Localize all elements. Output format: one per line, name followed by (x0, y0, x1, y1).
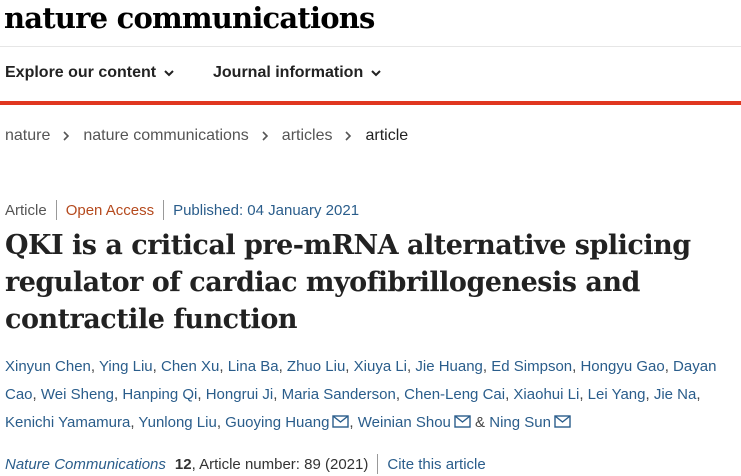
author-separator: & (470, 414, 490, 431)
author-separator: , (482, 358, 492, 375)
article-type: Article (5, 201, 47, 219)
author-link[interactable]: Ying Liu (99, 358, 153, 375)
author-separator: , (32, 386, 41, 403)
chevron-down-icon (163, 67, 175, 79)
article-meta: Article Open Access Published: 04 Januar… (5, 200, 359, 220)
author-separator: , (395, 386, 405, 403)
explore-content-label: Explore our content (5, 64, 157, 81)
site-header: nature communications (4, 0, 375, 44)
journal-information-label: Journal information (213, 64, 364, 81)
author-link[interactable]: Kenichi Yamamura (5, 414, 130, 431)
envelope-icon[interactable] (332, 415, 350, 428)
author-separator: , (219, 358, 228, 375)
journal-information-menu[interactable]: Journal information (213, 64, 382, 82)
author-link[interactable]: Hongyu Gao (580, 358, 664, 375)
author-link[interactable]: Wei Sheng (41, 386, 114, 403)
explore-content-menu[interactable]: Explore our content (5, 64, 175, 82)
open-access-badge: Open Access (65, 201, 155, 219)
author-link[interactable]: Lina Ba (228, 358, 279, 375)
author-link[interactable]: Guoying Huang (225, 414, 329, 431)
article-title: QKI is a critical pre-mRNA alternative s… (5, 230, 691, 335)
main-nav: Explore our content Journal information (0, 47, 741, 101)
meta-divider (55, 200, 57, 220)
author-link[interactable]: Chen-Leng Cai (404, 386, 505, 403)
meta-divider (163, 200, 165, 220)
accent-bar (0, 101, 741, 105)
author-link[interactable]: Ed Simpson (491, 358, 572, 375)
citation-divider (377, 454, 379, 474)
nature-communications-logo[interactable]: nature communications (4, 0, 375, 36)
citation-line: Nature Communications 12 , Article numbe… (5, 454, 486, 474)
breadcrumb-articles[interactable]: articles (282, 127, 333, 145)
breadcrumb: nature nature communications articles ar… (5, 127, 408, 145)
author-link[interactable]: Jie Huang (415, 358, 483, 375)
author-link[interactable]: Hanping Qi (122, 386, 197, 403)
article-number: , Article number: 89 (2021) (191, 455, 369, 473)
author-link[interactable]: Zhuo Liu (287, 358, 345, 375)
author-separator: , (278, 358, 287, 375)
author-link[interactable]: Weinian Shou (358, 414, 451, 431)
author-link[interactable]: Xiuya Li (354, 358, 407, 375)
cite-this-article-link[interactable]: Cite this article (387, 456, 485, 473)
journal-name[interactable]: Nature Communications (5, 456, 166, 473)
author-separator: , (345, 358, 354, 375)
author-separator: , (349, 414, 358, 431)
author-link[interactable]: Chen Xu (161, 358, 219, 375)
chevron-right-icon (261, 130, 270, 142)
published-date: Published: 04 January 2021 (173, 201, 360, 219)
author-separator: , (664, 358, 674, 375)
chevron-down-icon (370, 67, 382, 79)
author-separator: , (645, 386, 654, 403)
author-separator: , (273, 386, 282, 403)
author-link[interactable]: Jie Na (654, 386, 697, 403)
author-link[interactable]: Lei Yang (588, 386, 646, 403)
author-link[interactable]: Xinyun Chen (5, 358, 91, 375)
author-separator: , (197, 386, 206, 403)
chevron-right-icon (344, 130, 353, 142)
author-link[interactable]: Xiaohui Li (513, 386, 579, 403)
author-link[interactable]: Hongrui Ji (206, 386, 274, 403)
breadcrumb-article: article (365, 127, 409, 144)
volume-number: 12 (174, 455, 192, 473)
author-link[interactable]: Maria Sanderson (282, 386, 396, 403)
author-separator: , (696, 386, 701, 403)
envelope-icon[interactable] (454, 415, 471, 428)
author-separator: , (90, 358, 99, 375)
author-link[interactable]: Ning Sun (489, 414, 551, 431)
author-link[interactable]: Yunlong Liu (138, 414, 216, 431)
author-separator: , (216, 414, 226, 431)
author-separator: , (152, 358, 161, 375)
breadcrumb-nature-communications[interactable]: nature communications (83, 127, 248, 145)
author-separator: , (579, 386, 588, 403)
breadcrumb-nature[interactable]: nature (5, 127, 50, 145)
author-list: Xinyun Chen, Ying Liu, Chen Xu, Lina Ba,… (5, 353, 741, 437)
chevron-right-icon (62, 130, 71, 142)
envelope-icon[interactable] (554, 415, 571, 428)
